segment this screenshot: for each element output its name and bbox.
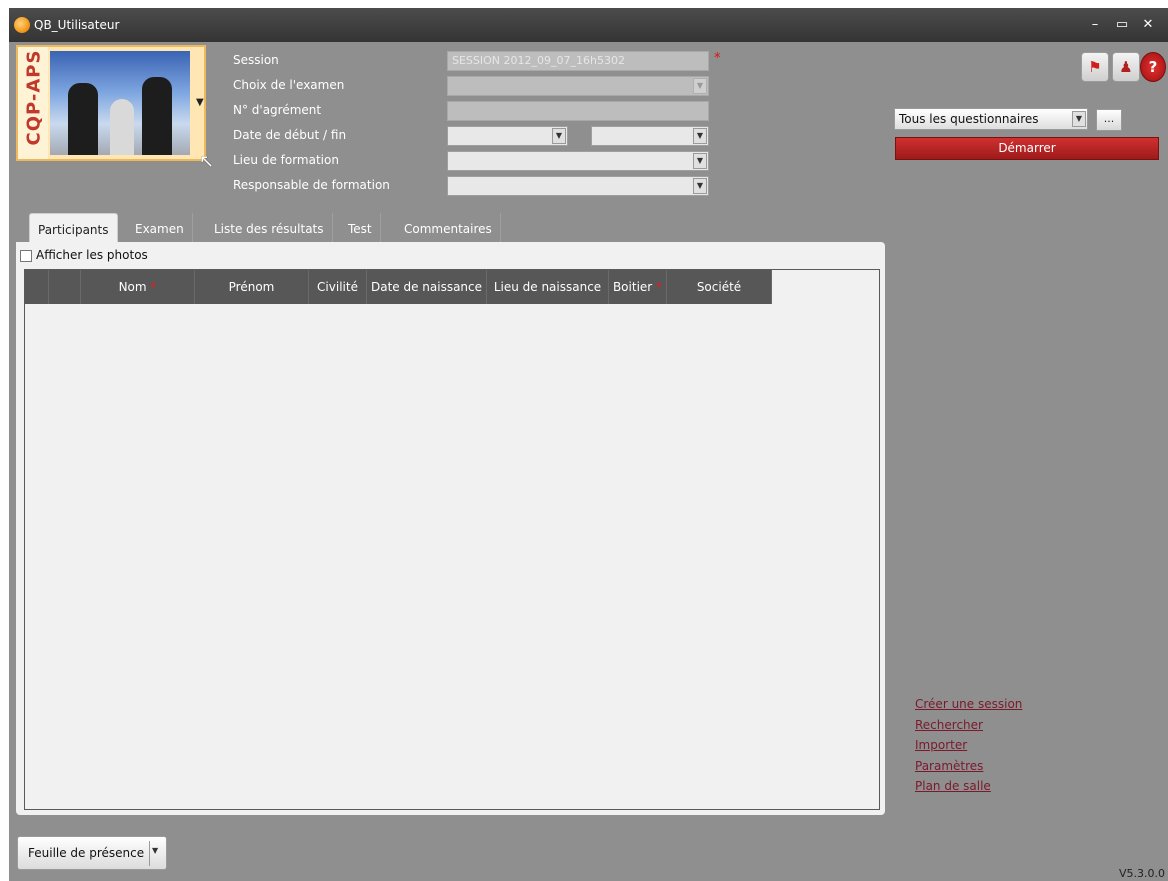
logo-photo (50, 51, 190, 155)
exam-logo-selector[interactable]: CQP-APS ▼ (16, 45, 206, 161)
selector-column-header[interactable] (49, 270, 81, 304)
help-online-icon[interactable]: ⚑ (1081, 52, 1109, 82)
tab-participants[interactable]: Participants (29, 213, 118, 244)
session-field[interactable]: SESSION 2012_09_07_16h5302 (447, 51, 709, 71)
presence-sheet-button[interactable]: Feuille de présence ▼ (17, 836, 167, 870)
show-photos-option[interactable]: Afficher les photos (20, 248, 148, 262)
column-header-nom[interactable]: Nom * (81, 270, 195, 304)
title-bar: QB_Utilisateur – ▭ ✕ (9, 8, 1168, 42)
required-mark: * (714, 51, 721, 66)
exam-label: Choix de l'examen (233, 78, 345, 92)
app-icon (14, 17, 30, 33)
actions-links: Créer une session Rechercher Importer Pa… (915, 694, 1022, 797)
settings-link[interactable]: Paramètres (915, 756, 1022, 777)
responsable-select[interactable]: ▼ (447, 176, 709, 196)
column-header-boitier[interactable]: Boitier * (609, 270, 667, 304)
chevron-down-icon[interactable]: ▼ (693, 178, 707, 194)
close-button[interactable]: ✕ (1137, 14, 1159, 36)
tab-resultats[interactable]: Liste des résultats (206, 213, 333, 243)
room-plan-link[interactable]: Plan de salle (915, 776, 1022, 797)
dates-label: Date de début / fin (233, 128, 347, 142)
lieu-select[interactable]: ▼ (447, 151, 709, 171)
help-icon[interactable]: ? (1140, 52, 1166, 82)
column-header-societe[interactable]: Société (667, 270, 772, 304)
main-window: QB_Utilisateur – ▭ ✕ CQP-APS ▼ ↖ Session… (9, 8, 1168, 881)
column-header-prenom[interactable]: Prénom (195, 270, 309, 304)
chevron-down-icon[interactable]: ▼ (693, 153, 707, 169)
start-date-picker[interactable]: ▼ (447, 126, 568, 146)
questionnaire-select[interactable]: Tous les questionnaires ▼ (894, 108, 1088, 130)
column-header-civilite[interactable]: Civilité (309, 270, 367, 304)
responsable-label: Responsable de formation (233, 178, 390, 192)
column-header-lieu-naissance[interactable]: Lieu de naissance (487, 270, 609, 304)
minimize-button[interactable]: – (1084, 14, 1106, 36)
show-photos-label: Afficher les photos (36, 248, 148, 262)
start-button[interactable]: Démarrer (895, 137, 1159, 160)
chevron-down-icon[interactable]: ▼ (152, 846, 158, 855)
search-link[interactable]: Rechercher (915, 715, 1022, 736)
create-session-link[interactable]: Créer une session (915, 694, 1022, 715)
end-date-picker[interactable]: ▼ (591, 126, 709, 146)
participants-panel: Afficher les photos Nom * Prénom Civilit… (16, 242, 885, 815)
presence-sheet-label: Feuille de présence (28, 846, 145, 860)
session-label: Session (233, 53, 279, 67)
show-photos-checkbox[interactable] (20, 249, 32, 262)
divider (149, 841, 150, 866)
agrement-field[interactable] (447, 101, 709, 121)
user-icon[interactable]: ♟ (1112, 52, 1140, 82)
agrement-label: N° d'agrément (233, 103, 322, 117)
row-indicator-column-header[interactable] (25, 270, 49, 304)
table-header: Nom * Prénom Civilité Date de naissance … (25, 270, 772, 304)
lieu-label: Lieu de formation (233, 153, 339, 167)
participants-table[interactable]: Nom * Prénom Civilité Date de naissance … (24, 269, 880, 810)
chevron-down-icon[interactable]: ▼ (693, 128, 707, 144)
chevron-down-icon[interactable]: ▼ (552, 128, 566, 144)
column-header-date-naissance[interactable]: Date de naissance (367, 270, 487, 304)
chevron-down-icon[interactable]: ▼ (196, 97, 204, 108)
questionnaire-options-button[interactable]: ... (1096, 109, 1122, 131)
chevron-down-icon[interactable]: ▼ (693, 78, 707, 94)
mouse-cursor-icon: ↖ (199, 151, 215, 172)
window-title: QB_Utilisateur (34, 18, 120, 32)
tab-test[interactable]: Test (340, 213, 381, 243)
maximize-button[interactable]: ▭ (1111, 14, 1133, 36)
exam-select[interactable]: ▼ (447, 76, 709, 96)
version-label: V5.3.0.0 (1119, 867, 1166, 880)
tab-commentaires[interactable]: Commentaires (396, 213, 501, 243)
logo-text: CQP-APS (18, 47, 48, 159)
import-link[interactable]: Importer (915, 735, 1022, 756)
tab-examen[interactable]: Examen (127, 213, 193, 243)
chevron-down-icon[interactable]: ▼ (1072, 111, 1086, 127)
